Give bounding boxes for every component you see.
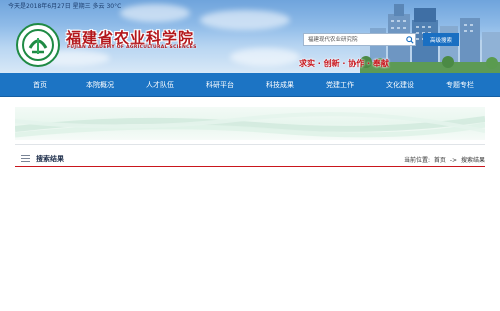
search-input[interactable]: 福建现代农业研究院 <box>303 33 416 46</box>
nav-item-research-platform[interactable]: 科研平台 <box>190 80 250 90</box>
breadcrumb-prefix: 当前位置: <box>403 157 430 164</box>
breadcrumb: 当前位置: 首页 -> 搜索结果 <box>402 155 485 164</box>
site-subtitle: FUJIAN ACADEMY OF AGRICULTURAL SCIENCES <box>67 45 197 50</box>
breadcrumb-current: 搜索结果 <box>460 157 485 164</box>
nav-item-talent[interactable]: 人才队伍 <box>130 80 190 90</box>
nav-item-special-topics[interactable]: 专题专栏 <box>430 80 490 90</box>
nav-item-home[interactable]: 首页 <box>10 80 70 90</box>
nav-item-achievements[interactable]: 科技成果 <box>250 80 310 90</box>
cloud-decoration <box>120 4 190 22</box>
section-header: 搜索结果 当前位置: 首页 -> 搜索结果 <box>15 153 485 167</box>
advanced-search-button[interactable]: 高级搜索 <box>423 33 459 46</box>
cloud-decoration <box>230 48 300 66</box>
section-title: 搜索结果 <box>36 155 64 163</box>
breadcrumb-home-link[interactable]: 首页 <box>434 157 446 164</box>
breadcrumb-separator: -> <box>449 157 458 164</box>
logo-emblem-icon[interactable] <box>16 23 60 67</box>
site-header: 今天是2018年6月27日 星期三 多云 30°C 福建省农业科学院 FUJIA… <box>0 0 500 73</box>
search-icon[interactable] <box>404 34 415 45</box>
nav-item-party-building[interactable]: 党建工作 <box>310 80 370 90</box>
list-icon <box>21 155 30 162</box>
nav-item-culture[interactable]: 文化建设 <box>370 80 430 90</box>
date-weather-text: 今天是2018年6月27日 星期三 多云 30°C <box>8 3 122 10</box>
search-results-area <box>15 167 485 307</box>
main-nav: 首页 本院概况 人才队伍 科研平台 科技成果 党建工作 文化建设 专题专栏 <box>0 73 500 97</box>
cloud-decoration <box>200 10 290 30</box>
decorative-banner <box>15 107 485 140</box>
divider <box>15 144 485 145</box>
nav-item-about[interactable]: 本院概况 <box>70 80 130 90</box>
slogan-text: 求实 · 创新 · 协作 · 奉献 <box>299 59 389 68</box>
